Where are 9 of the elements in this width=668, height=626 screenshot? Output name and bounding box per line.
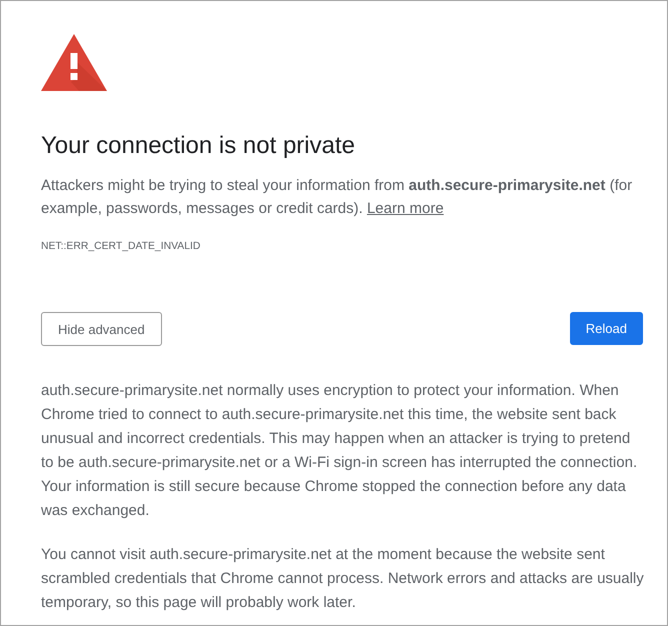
reload-button[interactable]: Reload	[570, 312, 643, 344]
details-paragraph: auth.secure-primarysite.net normally uses encryption to protect your information. When Chrome tried to connect to auth.secure-primarysite.net this time, the website sent back unusual and incorrect credentials. This may happen when an attacker is trying to pretend to be auth.secure-primarysite.net or a Wi-Fi sign-in screen has interrupted the connection. Your information is still secure because Chrome stopped the connection before any data was exchanged.	[41, 381, 638, 521]
learn-more-link[interactable]: Learn more	[366, 200, 444, 217]
page-heading: Your connection is not private	[41, 131, 356, 161]
intro-paragraph: Attackers might be trying to steal your information from auth.secure-primarysite.net (for example, passwords, messages or credit cards). Learn more	[41, 176, 634, 219]
error-code: NET::ERR_CERT_DATE_INVALID	[41, 240, 202, 254]
details-paragraph: You cannot visit auth.secure-primarysite.net at the moment because the website sent scrambled credentials that Chrome cannot process. Network errors and attacks are usually temporary, so this page will probably work later.	[41, 545, 645, 613]
warning-icon	[41, 34, 107, 91]
advanced-toggle-button[interactable]: Hide advanced	[41, 312, 162, 346]
